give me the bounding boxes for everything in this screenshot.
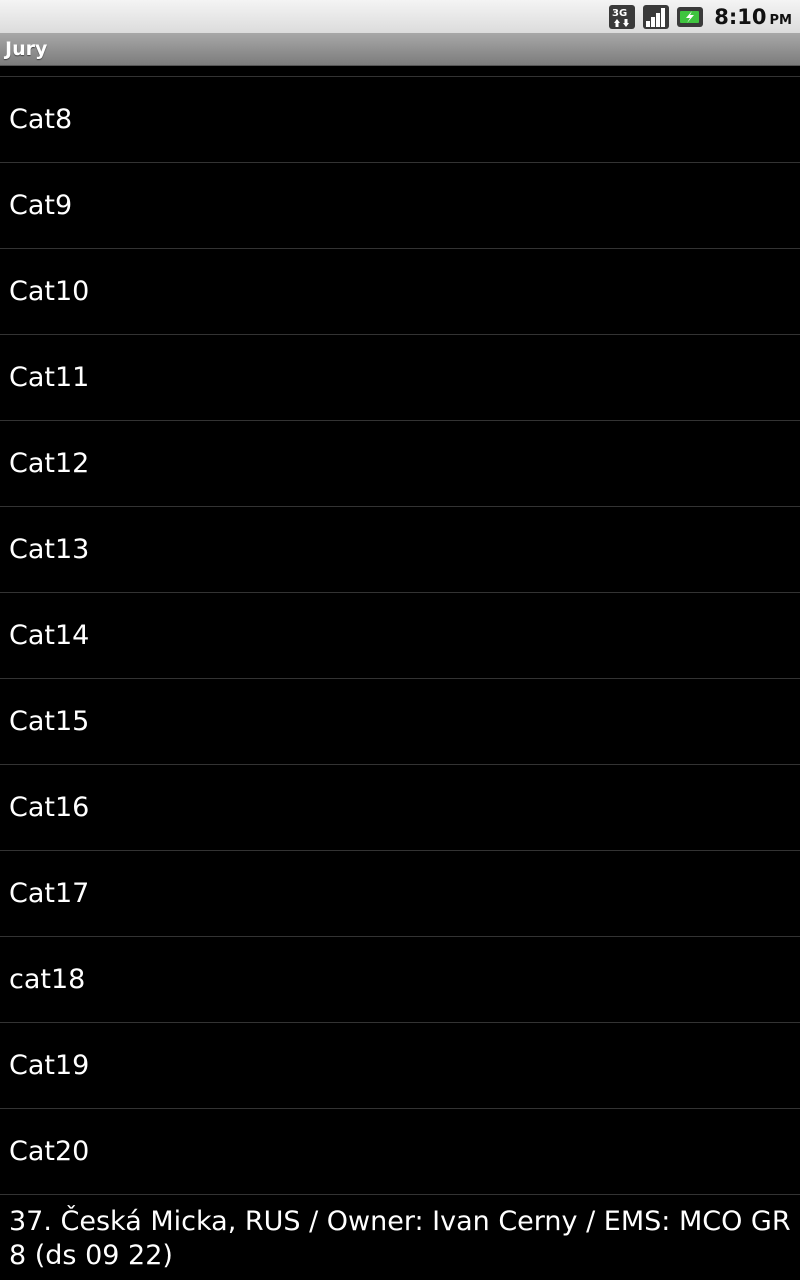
list-item[interactable]: Cat16 — [0, 765, 800, 851]
list-item-label: Cat20 — [9, 1136, 90, 1167]
list-item[interactable]: Cat12 — [0, 421, 800, 507]
list-item[interactable]: cat18 — [0, 937, 800, 1023]
list-item[interactable]: Cat8 — [0, 77, 800, 163]
list-item-label: Cat10 — [9, 276, 90, 307]
signal-strength-icon — [642, 4, 670, 30]
list-item-label: Cat8 — [9, 104, 73, 135]
title-bar: Jury — [0, 33, 800, 66]
selected-entry-footer: 37. Česká Micka, RUS / Owner: Ivan Cerny… — [0, 1195, 800, 1280]
list-item[interactable]: Cat13 — [0, 507, 800, 593]
list-item-label: Cat12 — [9, 448, 90, 479]
list-item[interactable]: Cat11 — [0, 335, 800, 421]
page-title: Jury — [5, 38, 48, 60]
list-item[interactable]: Cat14 — [0, 593, 800, 679]
svg-text:3G: 3G — [612, 8, 627, 19]
selected-entry-text: 37. Česká Micka, RUS / Owner: Ivan Cerny… — [9, 1206, 791, 1271]
list-item-label: Cat15 — [9, 706, 90, 737]
list-item-label: Cat19 — [9, 1050, 90, 1081]
list-item-label: Cat13 — [9, 534, 90, 565]
status-clock: 8:10 PM — [714, 5, 792, 29]
list-item[interactable]: Cat9 — [0, 163, 800, 249]
jury-list[interactable]: Cat8 Cat9 Cat10 Cat11 Cat12 Cat13 Cat14 … — [0, 66, 800, 1195]
status-bar: 3G 8:10 PM — [0, 0, 800, 33]
list-item-label: Cat14 — [9, 620, 90, 651]
list-item[interactable]: Cat20 — [0, 1109, 800, 1195]
list-item[interactable]: Cat10 — [0, 249, 800, 335]
clock-time: 8:10 — [714, 4, 767, 29]
list-item-label: Cat9 — [9, 190, 73, 221]
list-item-label: Cat11 — [9, 362, 90, 393]
clock-ampm: PM — [769, 12, 792, 28]
list-item-label: Cat16 — [9, 792, 90, 823]
battery-charging-icon — [676, 4, 704, 30]
list-item[interactable]: Cat17 — [0, 851, 800, 937]
list-item[interactable]: Cat15 — [0, 679, 800, 765]
list-item-label: cat18 — [9, 964, 86, 995]
list-item[interactable]: Cat19 — [0, 1023, 800, 1109]
list-item-label: Cat17 — [9, 878, 90, 909]
3g-data-icon: 3G — [608, 4, 636, 30]
status-icons: 3G 8:10 PM — [608, 0, 792, 33]
